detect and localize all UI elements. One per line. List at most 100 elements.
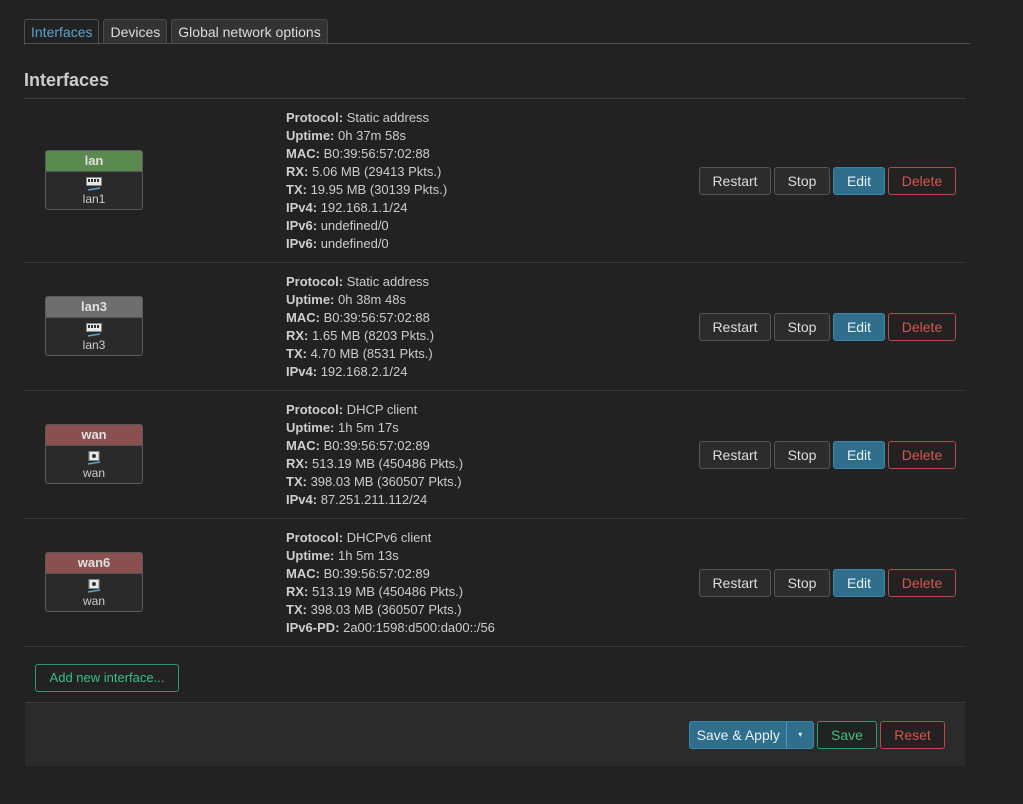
info-label: MAC: (286, 310, 320, 325)
interface-device: lan3 (82, 338, 106, 352)
info-line: MAC: B0:39:56:57:02:88 (286, 309, 434, 327)
info-line: TX: 4.70 MB (8531 Pkts.) (286, 345, 434, 363)
delete-button[interactable]: Delete (888, 441, 956, 469)
save-apply-dropdown-toggle[interactable]: ▾ (786, 722, 813, 748)
info-value: 2a00:1598:d500:da00::/56 (343, 620, 495, 635)
info-label: Uptime: (286, 128, 335, 143)
tab-bar: Interfaces Devices Global network option… (24, 19, 332, 45)
info-value: 398.03 MB (360507 Pkts.) (310, 602, 462, 617)
interface-actions: Restart Stop Edit Delete (699, 167, 959, 195)
info-line: Protocol: Static address (286, 273, 434, 291)
info-value: DHCP client (346, 402, 418, 417)
info-label: IPv6: (286, 218, 318, 233)
stop-button[interactable]: Stop (774, 441, 830, 469)
restart-button[interactable]: Restart (699, 569, 771, 597)
interface-row-wan: wan wan Protocol: DHCP client Uptime: 1h 5m… (24, 391, 965, 519)
info-line: Uptime: 0h 38m 48s (286, 291, 434, 309)
interface-name: wan (46, 425, 142, 446)
info-label: IPv4: (286, 492, 318, 507)
ethernet-port-icon (86, 177, 102, 191)
info-line: Protocol: DHCPv6 client (286, 529, 495, 547)
restart-button[interactable]: Restart (699, 441, 771, 469)
info-value: 1.65 MB (8203 Pkts.) (312, 328, 435, 343)
info-line: IPv4: 192.168.2.1/24 (286, 363, 434, 381)
info-line: Uptime: 1h 5m 17s (286, 419, 463, 437)
interface-name: wan6 (46, 553, 142, 574)
info-value: 398.03 MB (360507 Pkts.) (310, 474, 462, 489)
info-value: undefined/0 (320, 218, 389, 233)
info-label: MAC: (286, 566, 320, 581)
info-line: IPv6: undefined/0 (286, 235, 447, 253)
save-apply-button[interactable]: Save & Apply (690, 722, 786, 748)
reset-button[interactable]: Reset (880, 721, 945, 749)
interface-badge[interactable]: lan lan1 (45, 150, 143, 210)
delete-button[interactable]: Delete (888, 569, 956, 597)
info-line: IPv6-PD: 2a00:1598:d500:da00::/56 (286, 619, 495, 637)
interface-badge[interactable]: lan3 lan3 (45, 296, 143, 356)
info-line: Protocol: Static address (286, 109, 447, 127)
interface-badge[interactable]: wan6 wan (45, 552, 143, 612)
interface-actions: Restart Stop Edit Delete (699, 313, 959, 341)
info-label: IPv6: (286, 236, 318, 251)
add-interface-button[interactable]: Add new interface... (35, 664, 179, 692)
tab-devices[interactable]: Devices (103, 19, 168, 43)
restart-button[interactable]: Restart (699, 313, 771, 341)
info-value: undefined/0 (320, 236, 389, 251)
edit-button[interactable]: Edit (833, 313, 885, 341)
edit-button[interactable]: Edit (833, 167, 885, 195)
info-value: 513.19 MB (450486 Pkts.) (312, 584, 464, 599)
info-line: Uptime: 0h 37m 58s (286, 127, 447, 145)
info-line: RX: 513.19 MB (450486 Pkts.) (286, 583, 495, 601)
info-line: Uptime: 1h 5m 13s (286, 547, 495, 565)
stop-button[interactable]: Stop (774, 313, 830, 341)
interface-row-lan: lan lan1 Protocol: Static address Uptime: 0… (24, 99, 965, 263)
info-line: RX: 513.19 MB (450486 Pkts.) (286, 455, 463, 473)
interface-row-lan3: lan3 lan3 Protocol: Static address Uptime: … (24, 263, 965, 391)
interface-actions: Restart Stop Edit Delete (699, 569, 959, 597)
restart-button[interactable]: Restart (699, 167, 771, 195)
info-line: TX: 398.03 MB (360507 Pkts.) (286, 601, 495, 619)
info-label: Protocol: (286, 530, 344, 545)
info-value: 192.168.2.1/24 (320, 364, 408, 379)
info-label: Uptime: (286, 548, 335, 563)
save-apply-split-button: Save & Apply ▾ (689, 721, 814, 749)
info-label: RX: (286, 584, 309, 599)
wan-port-icon (87, 579, 101, 593)
info-value: 1h 5m 13s (338, 548, 399, 563)
info-line: TX: 398.03 MB (360507 Pkts.) (286, 473, 463, 491)
edit-button[interactable]: Edit (833, 569, 885, 597)
info-label: MAC: (286, 438, 320, 453)
tab-global-network-options[interactable]: Global network options (171, 19, 328, 43)
save-button[interactable]: Save (817, 721, 877, 749)
info-line: IPv4: 87.251.211.112/24 (286, 491, 463, 509)
info-value: B0:39:56:57:02:89 (323, 566, 430, 581)
delete-button[interactable]: Delete (888, 313, 956, 341)
info-value: 0h 38m 48s (338, 292, 406, 307)
tab-interfaces[interactable]: Interfaces (24, 19, 100, 45)
info-value: 513.19 MB (450486 Pkts.) (312, 456, 464, 471)
info-label: TX: (286, 602, 307, 617)
footer-bar: Save & Apply ▾ Save Reset (25, 702, 965, 766)
info-label: TX: (286, 474, 307, 489)
stop-button[interactable]: Stop (774, 167, 830, 195)
info-value: B0:39:56:57:02:88 (323, 310, 430, 325)
info-label: TX: (286, 182, 307, 197)
section-title: Interfaces (24, 70, 110, 90)
interface-name: lan (46, 151, 142, 172)
info-value: 4.70 MB (8531 Pkts.) (310, 346, 433, 361)
info-value: B0:39:56:57:02:89 (323, 438, 430, 453)
interface-badge[interactable]: wan wan (45, 424, 143, 484)
info-line: MAC: B0:39:56:57:02:89 (286, 437, 463, 455)
edit-button[interactable]: Edit (833, 441, 885, 469)
interface-status: Protocol: Static address Uptime: 0h 37m 5… (286, 109, 447, 253)
stop-button[interactable]: Stop (774, 569, 830, 597)
interface-status: Protocol: DHCP client Uptime: 1h 5m 17s MA… (286, 401, 463, 509)
info-label: Protocol: (286, 274, 344, 289)
info-line: IPv6: undefined/0 (286, 217, 447, 235)
info-label: RX: (286, 328, 309, 343)
delete-button[interactable]: Delete (888, 167, 956, 195)
info-value: 5.06 MB (29413 Pkts.) (312, 164, 442, 179)
info-value: 0h 37m 58s (338, 128, 406, 143)
info-value: 19.95 MB (30139 Pkts.) (310, 182, 448, 197)
info-label: IPv6-PD: (286, 620, 340, 635)
